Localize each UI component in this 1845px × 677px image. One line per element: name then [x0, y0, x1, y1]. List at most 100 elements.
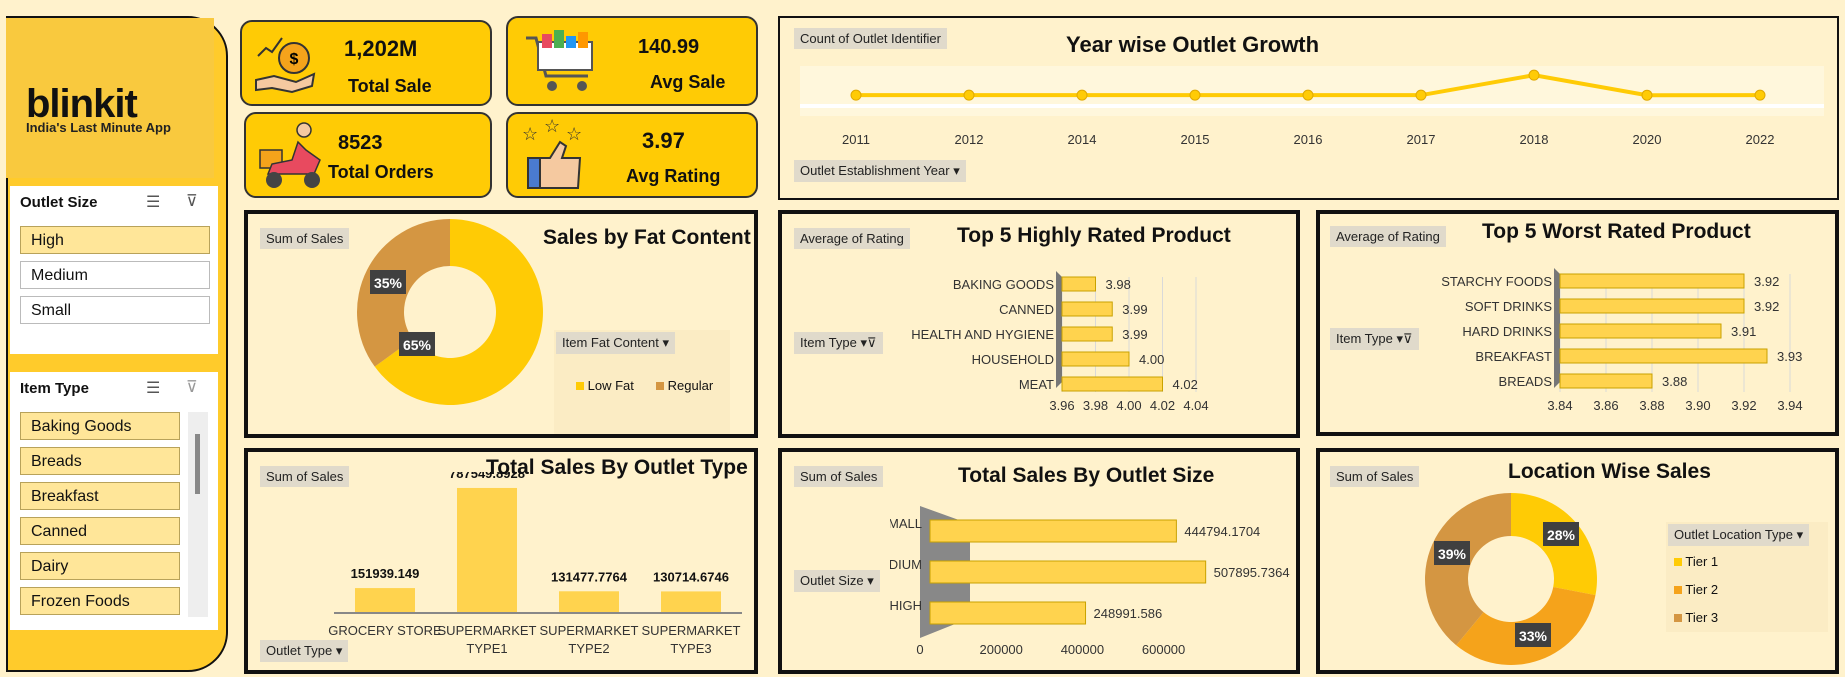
chart-title: Year wise Outlet Growth [1066, 32, 1320, 57]
slicer-item[interactable]: Breakfast [20, 482, 180, 510]
fat-content-filter[interactable]: Item Fat Content ▾ [556, 332, 675, 354]
data-label: 3.99 [1122, 302, 1147, 317]
bar [1559, 373, 1653, 389]
slicer-item[interactable]: Frozen Foods [20, 587, 180, 615]
legend-label: Regular [667, 378, 714, 393]
avg-rating-chip[interactable]: Average of Rating [794, 228, 910, 249]
legend-tier1: Tier 1 [1674, 554, 1718, 569]
bar [1559, 298, 1745, 314]
multi-select-icon[interactable]: ☰ [146, 378, 160, 398]
x-tick-label: 0 [916, 642, 923, 657]
category-label: BREAKFAST [1475, 349, 1552, 364]
data-label: 787549.8928 [449, 472, 525, 481]
data-label: 3.88 [1662, 374, 1687, 389]
x-tick-label: 3.84 [1547, 398, 1572, 413]
filter-label: Outlet Establishment Year [800, 163, 950, 178]
slicer-item-high[interactable]: High [20, 226, 210, 254]
legend-tier2: Tier 2 [1674, 582, 1718, 597]
outlet-size-filter[interactable]: Outlet Size ▾ [794, 570, 880, 592]
slicer-item[interactable]: Baking Goods [20, 412, 180, 440]
clear-filter-icon[interactable]: ⊽ [186, 377, 198, 397]
x-tick-label: 200000 [980, 642, 1023, 657]
thumbs-up-stars-icon: ☆ ☆ ☆ [522, 118, 582, 189]
bar [1061, 276, 1096, 292]
x-tick-label: 3.98 [1083, 398, 1108, 413]
sum-sales-chip[interactable]: Sum of Sales [260, 228, 350, 249]
legend-label: Tier 2 [1685, 582, 1719, 597]
legend-swatch [576, 382, 584, 390]
slicer-item[interactable]: Breads [20, 447, 180, 475]
data-label: 33% [1519, 628, 1548, 644]
filter-label: Item Type [1336, 331, 1393, 346]
category-label: BAKING GOODS [953, 277, 1054, 292]
establish-year-filter[interactable]: Outlet Establishment Year ▾ [794, 160, 966, 182]
bar [1061, 351, 1130, 367]
bar [1559, 273, 1745, 289]
sum-sales-chip[interactable]: Sum of Sales [794, 466, 884, 487]
x-tick-label: 2012 [955, 132, 984, 147]
filter-label: Outlet Location Type [1674, 527, 1794, 542]
category-label: HOUSEHOLD [972, 352, 1054, 367]
bar [559, 591, 619, 612]
data-label: 39% [1438, 546, 1467, 562]
axis-wall [1554, 268, 1560, 388]
avg-rating-chip[interactable]: Average of Rating [1330, 226, 1446, 247]
data-point [1076, 89, 1088, 101]
slicer-item-medium[interactable]: Medium [20, 261, 210, 289]
item-type-slicer: Item Type ☰ ⊽ Baking Goods Breads Breakf… [10, 372, 218, 630]
x-tick-label: 4.04 [1183, 398, 1208, 413]
legend-swatch [1674, 558, 1682, 566]
svg-text:$: $ [290, 51, 299, 68]
slicer-item[interactable]: Canned [20, 517, 180, 545]
legend-label: Low Fat [587, 378, 634, 393]
data-label: 3.98 [1106, 277, 1131, 292]
year-growth-chart: 2011 2012 2014 2015 2016 2017 2018 2020 2022 [800, 66, 1824, 147]
item-type-filter[interactable]: Item Type ▾⊽ [794, 332, 883, 354]
svg-text:☆: ☆ [566, 124, 582, 144]
legend-swatch [656, 382, 664, 390]
dropdown-icon: ▾ [867, 573, 874, 588]
data-point [1189, 89, 1201, 101]
multi-select-icon[interactable]: ☰ [146, 192, 160, 212]
data-label: 3.92 [1754, 274, 1779, 289]
count-outlet-chip[interactable]: Count of Outlet Identifier [794, 28, 947, 49]
clear-filter-icon[interactable]: ⊽ [186, 191, 198, 211]
slicer-scrollbar[interactable] [188, 412, 208, 617]
bar [457, 487, 517, 612]
slicer-title: Item Type [20, 380, 89, 397]
sum-sales-chip[interactable]: Sum of Sales [1330, 466, 1420, 487]
bar [929, 519, 1177, 543]
data-point [850, 89, 862, 101]
scrollbar-thumb[interactable] [195, 434, 200, 494]
legend-regular: Regular [656, 378, 713, 393]
data-label: 3.92 [1754, 299, 1779, 314]
category-label: SUPERMARKET [540, 623, 639, 638]
data-label: 507895.7364 [1214, 565, 1290, 580]
x-tick-label: 3.90 [1685, 398, 1710, 413]
bar [1061, 376, 1163, 392]
x-tick-label: 3.96 [1049, 398, 1074, 413]
outlet-type-filter[interactable]: Outlet Type ▾ [260, 640, 349, 662]
data-point [963, 89, 975, 101]
chart-title: Top 5 Highly Rated Product [957, 224, 1231, 247]
x-tick-label: 2014 [1068, 132, 1097, 147]
avg-rating-label: Avg Rating [626, 166, 721, 186]
x-tick-label: 2022 [1746, 132, 1775, 147]
slicer-item[interactable]: Dairy [20, 552, 180, 580]
outlet-type-chart: 151939.149 GROCERY STORE 787549.8928 SUPERM… [328, 472, 742, 656]
location-type-filter[interactable]: Outlet Location Type ▾ [1668, 524, 1810, 546]
slicer-item-small[interactable]: Small [20, 296, 210, 324]
location-legend: Outlet Location Type ▾ Tier 1 Tier 2 Tie… [1666, 522, 1828, 632]
item-type-filter[interactable]: Item Type ▾⊽ [1330, 328, 1419, 350]
x-tick-label: 2015 [1181, 132, 1210, 147]
data-label: 65% [403, 337, 432, 353]
x-tick-label: 3.92 [1731, 398, 1756, 413]
filter-label: Outlet Type [266, 643, 333, 658]
shopping-cart-icon [526, 30, 593, 91]
data-label: 4.02 [1173, 377, 1198, 392]
dropdown-icon: ▾ [953, 163, 960, 178]
filter-label: Item Type [800, 335, 857, 350]
category-label: SUPERMARKET [438, 623, 537, 638]
kpi-avg-sale: 140.99 Avg Sale [506, 16, 758, 106]
legend-swatch [1674, 586, 1682, 594]
